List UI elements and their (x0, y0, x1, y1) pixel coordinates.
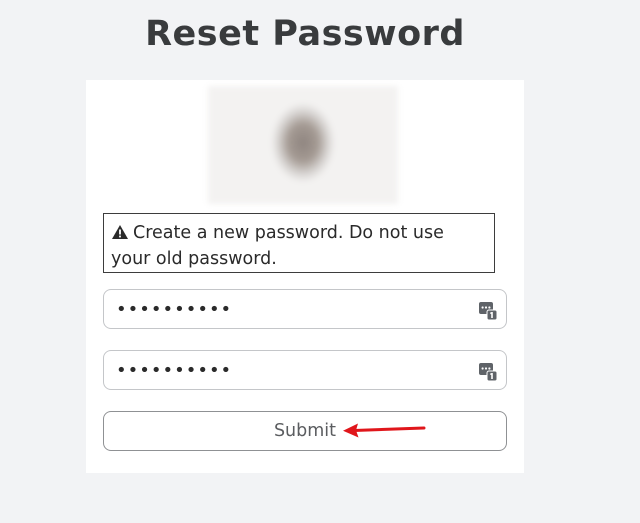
red-arrow-annotation (343, 423, 426, 438)
password-manager-icon[interactable] (479, 300, 497, 320)
warning-triangle-icon (112, 225, 128, 239)
confirm-password-field[interactable] (103, 350, 507, 390)
password-manager-icon[interactable] (479, 361, 497, 381)
new-password-field[interactable] (103, 289, 507, 329)
submit-button[interactable]: Submit (103, 411, 507, 451)
notice-box: Create a new password. Do not use your o… (103, 213, 495, 273)
confirm-password-input[interactable] (116, 351, 466, 389)
new-password-input[interactable] (116, 290, 466, 328)
page-title: Reset Password (145, 14, 465, 54)
notice-text: Create a new password. Do not use your o… (111, 223, 444, 269)
reset-password-card: Create a new password. Do not use your o… (86, 80, 524, 473)
avatar (208, 86, 398, 204)
